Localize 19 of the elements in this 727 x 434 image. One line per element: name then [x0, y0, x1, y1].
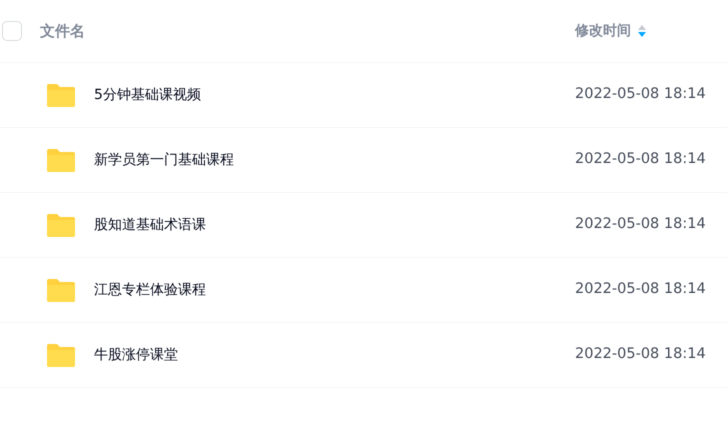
- folder-icon: [46, 82, 76, 108]
- folder-icon: [46, 278, 76, 302]
- select-all-checkbox[interactable]: [2, 21, 22, 41]
- folder-icon: [46, 342, 76, 368]
- modified-time: 2022-05-08 18:14: [575, 346, 706, 362]
- modified-time: 2022-05-08 18:14: [575, 86, 706, 102]
- column-header[interactable]: 文件名: [40, 20, 575, 42]
- folder-name[interactable]: 新学员第一门基础课程: [94, 150, 575, 170]
- modified-time: 2022-05-08 18:14: [575, 216, 706, 232]
- folder-name[interactable]: 5分钟基础课视频: [94, 84, 575, 106]
- folder-icon: [46, 148, 76, 172]
- folder-icon: [46, 212, 76, 238]
- folder-name[interactable]: 江恩专栏体验课程: [94, 280, 575, 300]
- sort-icon[interactable]: [637, 24, 647, 38]
- column-header[interactable]: 修改时间: [575, 20, 631, 42]
- modified-time: 2022-05-08 18:14: [575, 151, 706, 168]
- folder-name[interactable]: 牛股涨停课堂: [94, 344, 575, 366]
- folder-name[interactable]: 股知道基础术语课: [94, 214, 575, 236]
- modified-time: 2022-05-08 18:14: [575, 281, 706, 298]
